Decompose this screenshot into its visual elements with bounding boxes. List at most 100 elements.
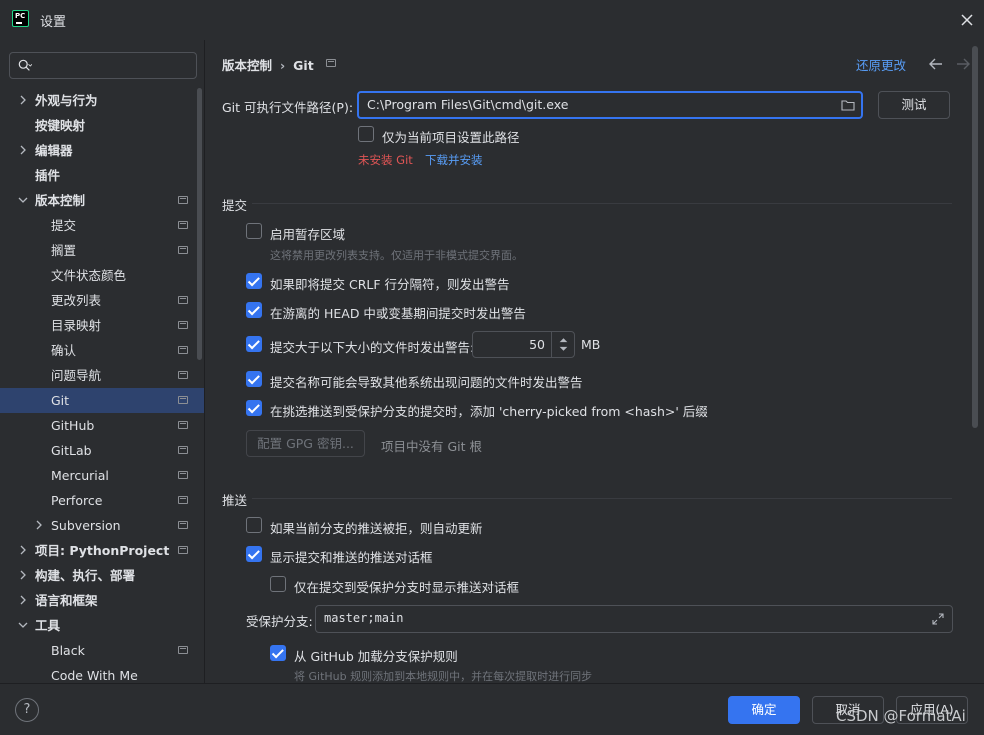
sidebar-item[interactable]: Black bbox=[0, 638, 204, 663]
sidebar-item-label: Code With Me bbox=[51, 668, 138, 683]
file-size-unit: MB bbox=[581, 337, 601, 352]
sidebar-item[interactable]: GitHub bbox=[0, 413, 204, 438]
auto-update-label: 如果当前分支的推送被拒，则自动更新 bbox=[270, 521, 483, 536]
breadcrumb: 版本控制 › Git bbox=[222, 55, 314, 74]
staging-area-checkbox[interactable] bbox=[246, 223, 262, 239]
sidebar-item-label: GitHub bbox=[51, 418, 95, 433]
project-scope-icon bbox=[178, 196, 188, 204]
folder-icon[interactable] bbox=[841, 99, 855, 111]
chevron-down-icon[interactable] bbox=[18, 195, 28, 205]
sidebar-item-label: 搁置 bbox=[51, 243, 77, 258]
back-arrow-icon[interactable] bbox=[928, 57, 944, 71]
sidebar-item-label: 确认 bbox=[51, 343, 77, 358]
sidebar-item-label: 更改列表 bbox=[51, 293, 102, 308]
spinner-arrows-icon[interactable] bbox=[551, 332, 575, 357]
sidebar-item[interactable]: 插件 bbox=[0, 163, 204, 188]
sidebar-item-label: 提交 bbox=[51, 218, 77, 233]
chevron-right-icon[interactable] bbox=[34, 520, 44, 530]
forward-arrow-icon[interactable] bbox=[955, 57, 971, 71]
project-scope-icon bbox=[178, 346, 188, 354]
sidebar-item[interactable]: 按键映射 bbox=[0, 113, 204, 138]
breadcrumb-version-control[interactable]: 版本控制 bbox=[222, 58, 272, 73]
sidebar-item-label: Git bbox=[51, 393, 70, 408]
sidebar-item[interactable]: 外观与行为 bbox=[0, 88, 204, 113]
sidebar-item[interactable]: 更改列表 bbox=[0, 288, 204, 313]
protected-only-dialog-checkbox[interactable] bbox=[270, 576, 286, 592]
project-scope-icon bbox=[178, 546, 188, 554]
chevron-right-icon[interactable] bbox=[18, 145, 28, 155]
github-rules-label: 从 GitHub 加载分支保护规则 bbox=[294, 649, 458, 664]
download-install-link[interactable]: 下载并安装 bbox=[425, 152, 483, 168]
chevron-right-icon[interactable] bbox=[18, 95, 28, 105]
cherry-pick-suffix-checkbox[interactable] bbox=[246, 400, 262, 416]
show-push-dialog-checkbox[interactable] bbox=[246, 546, 262, 562]
large-file-checkbox[interactable] bbox=[246, 336, 262, 352]
sidebar-item[interactable]: 文件状态颜色 bbox=[0, 263, 204, 288]
test-button[interactable]: 测试 bbox=[878, 91, 950, 119]
sidebar-item[interactable]: 构建、执行、部署 bbox=[0, 563, 204, 588]
sidebar-item[interactable]: 语言和框架 bbox=[0, 588, 204, 613]
settings-search-input[interactable] bbox=[9, 52, 197, 79]
configure-gpg-button[interactable]: 配置 GPG 密钥... bbox=[246, 430, 365, 457]
window-title: 设置 bbox=[40, 15, 67, 30]
sidebar-item[interactable]: 项目: PythonProject bbox=[0, 538, 204, 563]
sidebar-item[interactable]: 目录映射 bbox=[0, 313, 204, 338]
git-path-input[interactable]: C:\Program Files\Git\cmd\git.exe bbox=[357, 91, 863, 119]
file-size-spinner[interactable]: 50 bbox=[472, 331, 575, 358]
sidebar-item[interactable]: Git bbox=[0, 388, 204, 413]
sidebar-item[interactable]: Perforce bbox=[0, 488, 204, 513]
reset-changes-link[interactable]: 还原更改 bbox=[856, 55, 906, 74]
push-section-title: 推送 bbox=[222, 493, 248, 508]
git-path-label: Git 可执行文件路径(P): bbox=[222, 100, 354, 115]
git-path-value: C:\Program Files\Git\cmd\git.exe bbox=[367, 97, 569, 112]
sidebar-item[interactable]: 版本控制 bbox=[0, 188, 204, 213]
sidebar-item[interactable]: 提交 bbox=[0, 213, 204, 238]
close-icon[interactable] bbox=[957, 10, 977, 30]
project-scope-icon bbox=[178, 296, 188, 304]
project-scope-icon bbox=[178, 446, 188, 454]
sidebar-item-label: 外观与行为 bbox=[35, 93, 98, 108]
sidebar-item-label: GitLab bbox=[51, 443, 92, 458]
chevron-right-icon[interactable] bbox=[18, 570, 28, 580]
sidebar-item[interactable]: Code With Me bbox=[0, 663, 204, 683]
chevron-right-icon[interactable] bbox=[18, 595, 28, 605]
help-icon[interactable]: ? bbox=[15, 698, 39, 722]
sidebar-item-label: 构建、执行、部署 bbox=[35, 568, 136, 583]
not-installed-error: 未安装 Git bbox=[358, 153, 413, 167]
github-rules-hint: 将 GitHub 规则添加到本地规则中，并在每次提取时进行同步 bbox=[294, 670, 593, 683]
sidebar-item[interactable]: 搁置 bbox=[0, 238, 204, 263]
chevron-down-icon[interactable] bbox=[18, 620, 28, 630]
problem-names-label: 提交名称可能会导致其他系统出现问题的文件时发出警告 bbox=[270, 375, 583, 390]
cherry-pick-suffix-label: 在挑选推送到受保护分支的提交时，添加 'cherry-picked from <… bbox=[270, 404, 708, 419]
chevron-right-icon[interactable] bbox=[18, 545, 28, 555]
sidebar-item[interactable]: 工具 bbox=[0, 613, 204, 638]
main-scrollbar[interactable] bbox=[972, 46, 978, 428]
detached-head-checkbox[interactable] bbox=[246, 302, 262, 318]
github-rules-checkbox[interactable] bbox=[270, 645, 286, 661]
sidebar-item[interactable]: GitLab bbox=[0, 438, 204, 463]
project-scope-icon bbox=[178, 471, 188, 479]
sidebar-scrollbar[interactable] bbox=[197, 88, 202, 360]
project-scope-icon bbox=[178, 421, 188, 429]
show-push-dialog-label: 显示提交和推送的推送对话框 bbox=[270, 550, 433, 565]
expand-icon[interactable] bbox=[931, 612, 945, 626]
sidebar-item[interactable]: 问题导航 bbox=[0, 363, 204, 388]
sidebar-item-label: 按键映射 bbox=[35, 118, 86, 133]
protected-branches-input[interactable]: master;main bbox=[315, 605, 953, 633]
project-scope-icon bbox=[326, 59, 336, 67]
sidebar-item[interactable]: 编辑器 bbox=[0, 138, 204, 163]
breadcrumb-git: Git bbox=[293, 58, 314, 73]
sidebar-item-label: Subversion bbox=[51, 518, 121, 533]
protected-branches-label: 受保护分支: bbox=[246, 614, 313, 629]
sidebar-item[interactable]: Mercurial bbox=[0, 463, 204, 488]
project-scope-icon bbox=[178, 321, 188, 329]
auto-update-checkbox[interactable] bbox=[246, 517, 262, 533]
project-only-checkbox[interactable] bbox=[358, 126, 374, 142]
problem-names-checkbox[interactable] bbox=[246, 371, 262, 387]
sidebar-item[interactable]: 确认 bbox=[0, 338, 204, 363]
sidebar-item[interactable]: Subversion bbox=[0, 513, 204, 538]
crlf-warning-checkbox[interactable] bbox=[246, 273, 262, 289]
sidebar-item-label: 目录映射 bbox=[51, 318, 102, 333]
ok-button[interactable]: 确定 bbox=[728, 696, 800, 724]
protected-branches-value: master;main bbox=[324, 611, 404, 625]
